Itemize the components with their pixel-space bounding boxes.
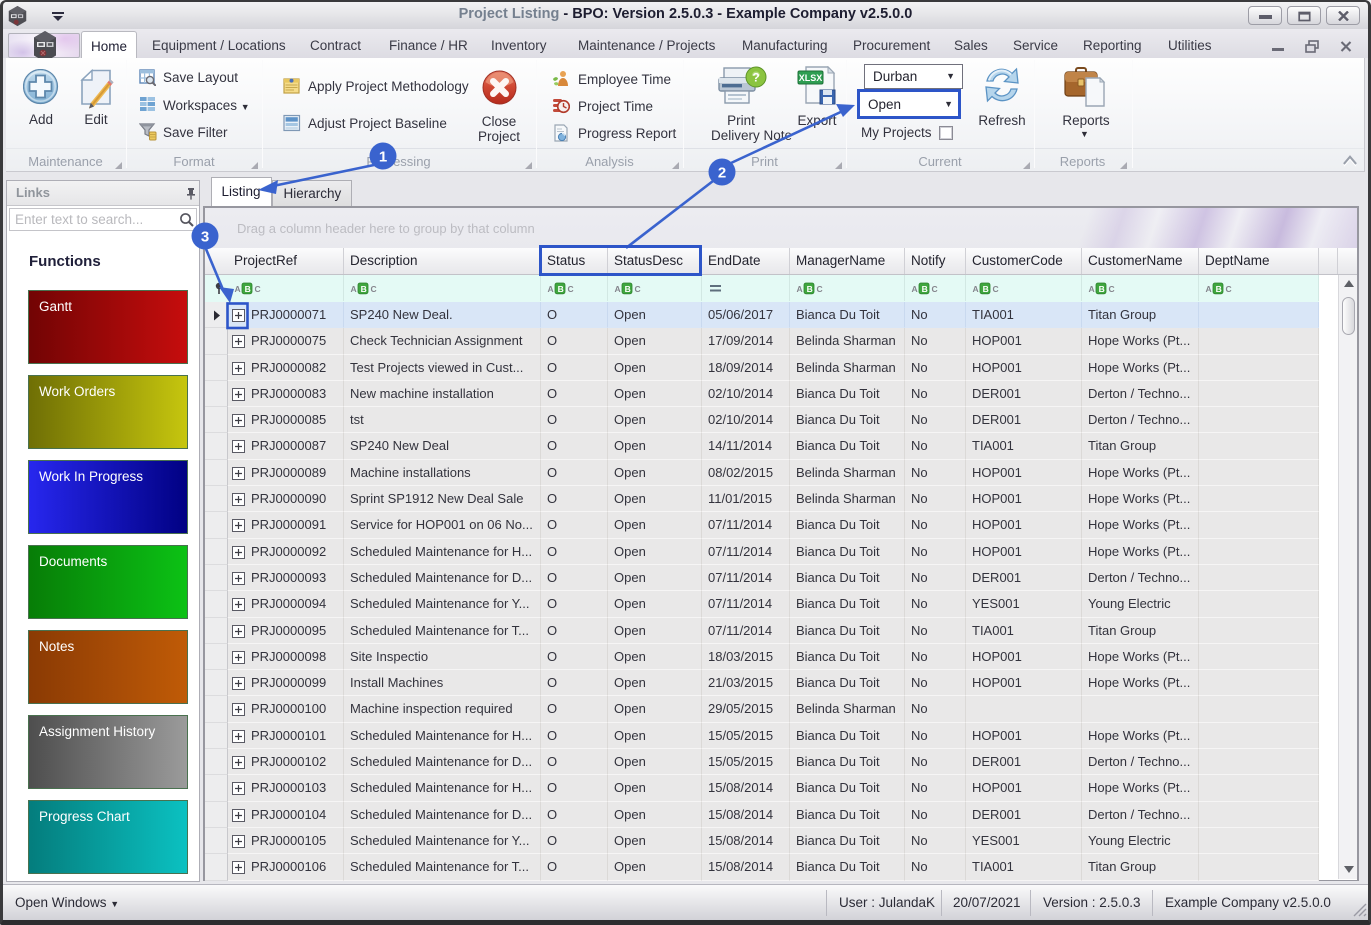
svg-text:A: A: [351, 284, 357, 294]
svg-text:A: A: [548, 284, 554, 294]
svg-text:A: A: [615, 284, 621, 294]
svg-text:B: B: [807, 284, 813, 294]
svg-text:C: C: [255, 284, 261, 294]
svg-text:C: C: [932, 284, 938, 294]
svg-text:B: B: [1099, 284, 1105, 294]
svg-text:C: C: [1109, 284, 1115, 294]
svg-text:A: A: [797, 284, 803, 294]
svg-text:A: A: [1206, 284, 1212, 294]
svg-text:B: B: [922, 284, 928, 294]
svg-text:C: C: [1226, 284, 1232, 294]
svg-text:B: B: [245, 284, 251, 294]
svg-text:B: B: [1216, 284, 1222, 294]
svg-text:A: A: [235, 284, 241, 294]
svg-text:C: C: [371, 284, 377, 294]
svg-text:A: A: [1089, 284, 1095, 294]
svg-text:B: B: [625, 284, 631, 294]
svg-text:C: C: [993, 284, 999, 294]
svg-text:B: B: [983, 284, 989, 294]
svg-text:?: ?: [752, 71, 759, 85]
svg-text:C: C: [817, 284, 823, 294]
svg-text:B: B: [361, 284, 367, 294]
svg-text:A: A: [912, 284, 918, 294]
svg-text:XLSX: XLSX: [799, 73, 823, 83]
svg-text:C: C: [635, 284, 641, 294]
svg-text:A: A: [973, 284, 979, 294]
svg-text:B: B: [558, 284, 564, 294]
svg-text:C: C: [568, 284, 574, 294]
